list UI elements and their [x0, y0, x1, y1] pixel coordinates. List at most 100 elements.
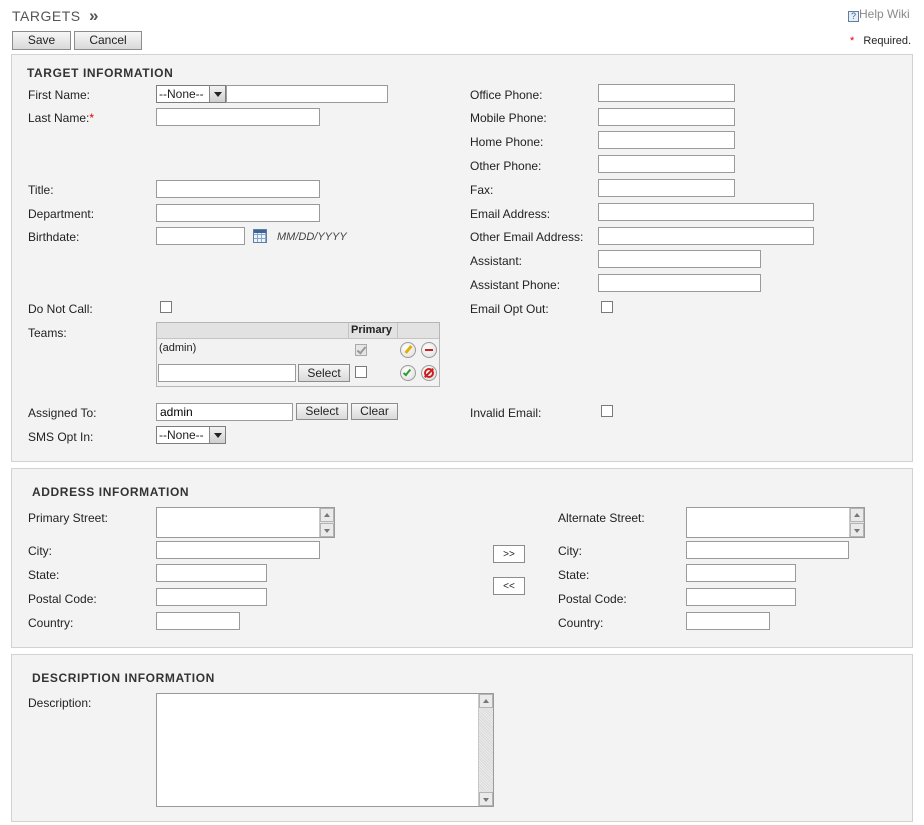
- scroll-up-icon[interactable]: [320, 508, 334, 522]
- scrollbar[interactable]: [478, 694, 493, 806]
- alternate-country-input[interactable]: [686, 612, 770, 630]
- alternate-postal-code-label: Postal Code:: [558, 592, 627, 606]
- scroll-down-icon[interactable]: [320, 523, 334, 537]
- assistant-label: Assistant:: [470, 254, 523, 268]
- birthdate-format-hint: MM/DD/YYYY: [277, 231, 347, 243]
- other-phone-input[interactable]: [598, 155, 735, 173]
- section-title-description: DESCRIPTION INFORMATION: [32, 671, 215, 685]
- confirm-check-icon[interactable]: [400, 365, 416, 381]
- first-name-input[interactable]: [226, 85, 388, 103]
- last-name-input[interactable]: [156, 108, 320, 126]
- primary-postal-code-input[interactable]: [156, 588, 267, 606]
- title-input[interactable]: [156, 180, 320, 198]
- team-new-primary-checkbox[interactable]: [355, 366, 367, 378]
- invalid-email-label: Invalid Email:: [470, 406, 542, 420]
- birthdate-label: Birthdate:: [28, 230, 80, 244]
- copy-to-alternate-button[interactable]: >>: [493, 545, 525, 563]
- chevron-right-icon: »: [88, 6, 99, 25]
- teams-header-divider: [397, 323, 398, 339]
- team-search-input[interactable]: [158, 364, 296, 382]
- copy-to-primary-button[interactable]: <<: [493, 577, 525, 595]
- primary-city-input[interactable]: [156, 541, 320, 559]
- email-opt-out-checkbox[interactable]: [601, 301, 613, 313]
- fax-input[interactable]: [598, 179, 735, 197]
- email-address-label: Email Address:: [470, 207, 551, 221]
- primary-postal-code-label: Postal Code:: [28, 592, 97, 606]
- assigned-to-label: Assigned To:: [28, 406, 97, 420]
- help-icon: ?: [848, 11, 859, 22]
- alternate-street-label: Alternate Street:: [558, 511, 645, 525]
- required-marker: *: [89, 111, 95, 125]
- invalid-email-checkbox[interactable]: [601, 405, 613, 417]
- target-information-section: [11, 54, 913, 462]
- primary-country-label: Country:: [28, 616, 74, 630]
- salutation-select[interactable]: --None--: [156, 85, 226, 103]
- mobile-phone-input[interactable]: [598, 108, 735, 126]
- teams-label: Teams:: [28, 326, 67, 340]
- assistant-phone-label: Assistant Phone:: [470, 278, 561, 292]
- sms-opt-in-select[interactable]: --None--: [156, 426, 226, 444]
- required-label: Required.: [863, 35, 912, 47]
- scrollbar[interactable]: [849, 508, 864, 537]
- primary-state-input[interactable]: [156, 564, 267, 582]
- team-select-button[interactable]: Select: [298, 364, 350, 382]
- alternate-street-textarea[interactable]: [686, 507, 865, 538]
- required-marker: *: [850, 35, 855, 47]
- alternate-city-label: City:: [558, 544, 582, 558]
- do-not-call-checkbox[interactable]: [160, 301, 172, 313]
- section-title-address: ADDRESS INFORMATION: [32, 485, 190, 499]
- calendar-icon[interactable]: [253, 229, 267, 243]
- cancel-button[interactable]: Cancel: [74, 31, 142, 50]
- alternate-city-input[interactable]: [686, 541, 849, 559]
- required-legend: * Required.: [850, 35, 911, 47]
- primary-street-label: Primary Street:: [28, 511, 109, 525]
- assigned-to-input[interactable]: [156, 403, 293, 421]
- scroll-down-icon[interactable]: [479, 792, 493, 806]
- birthdate-input[interactable]: [156, 227, 245, 245]
- assigned-to-select-button[interactable]: Select: [296, 403, 348, 420]
- scroll-up-icon[interactable]: [479, 694, 493, 708]
- assistant-input[interactable]: [598, 250, 761, 268]
- primary-state-label: State:: [28, 568, 60, 582]
- department-input[interactable]: [156, 204, 320, 222]
- first-name-label: First Name:: [28, 88, 91, 102]
- teams-header-divider: [348, 323, 349, 339]
- scroll-down-icon[interactable]: [850, 523, 864, 537]
- assigned-to-clear-button[interactable]: Clear: [351, 403, 398, 420]
- home-phone-input[interactable]: [598, 131, 735, 149]
- alternate-state-label: State:: [558, 568, 590, 582]
- edit-pencil-icon[interactable]: [400, 342, 416, 358]
- primary-city-label: City:: [28, 544, 52, 558]
- salutation-value: --None--: [159, 87, 204, 101]
- sms-opt-in-value: --None--: [159, 428, 204, 442]
- cancel-circle-icon[interactable]: [421, 365, 437, 381]
- do-not-call-label: Do Not Call:: [28, 302, 93, 316]
- scrollbar[interactable]: [319, 508, 334, 537]
- remove-minus-icon[interactable]: [421, 342, 437, 358]
- assistant-phone-input[interactable]: [598, 274, 761, 292]
- office-phone-input[interactable]: [598, 84, 735, 102]
- other-phone-label: Other Phone:: [470, 159, 542, 173]
- office-phone-label: Office Phone:: [470, 88, 543, 102]
- title-label: Title:: [28, 183, 54, 197]
- primary-street-textarea[interactable]: [156, 507, 335, 538]
- chevron-down-icon: [209, 86, 225, 102]
- description-textarea[interactable]: [156, 693, 494, 807]
- description-label: Description:: [28, 696, 92, 710]
- chevron-down-icon: [209, 427, 225, 443]
- alternate-state-input[interactable]: [686, 564, 796, 582]
- fax-label: Fax:: [470, 183, 494, 197]
- team-primary-checkbox: [355, 344, 367, 356]
- last-name-label: Last Name:*: [28, 111, 95, 125]
- scroll-up-icon[interactable]: [850, 508, 864, 522]
- help-wiki-link[interactable]: ? Help Wiki: [848, 7, 910, 22]
- other-email-address-input[interactable]: [598, 227, 814, 245]
- other-email-address-label: Other Email Address:: [470, 230, 584, 244]
- email-address-input[interactable]: [598, 203, 814, 221]
- mobile-phone-label: Mobile Phone:: [470, 111, 547, 125]
- sms-opt-in-label: SMS Opt In:: [28, 430, 94, 444]
- teams-table-header: Primary: [157, 323, 439, 339]
- alternate-postal-code-input[interactable]: [686, 588, 796, 606]
- primary-country-input[interactable]: [156, 612, 240, 630]
- save-button[interactable]: Save: [12, 31, 71, 50]
